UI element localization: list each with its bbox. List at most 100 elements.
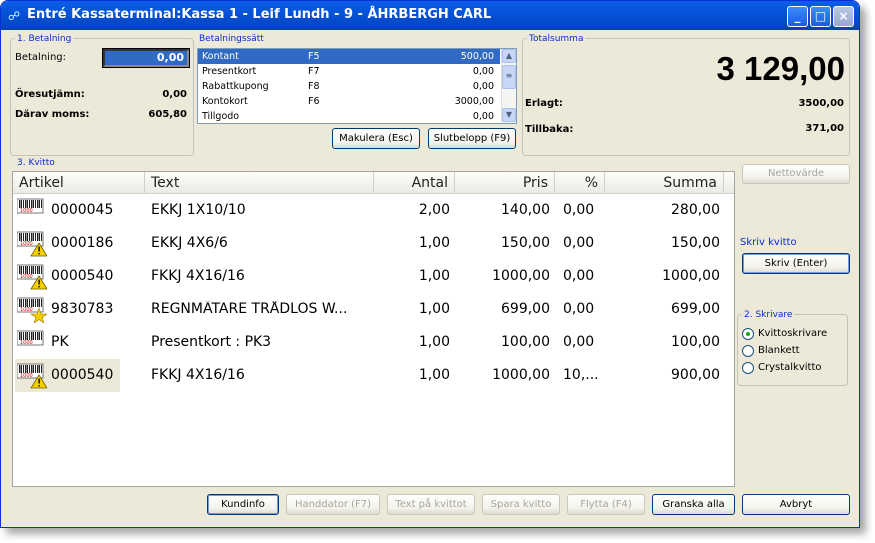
cell-summa: 900,00 [671,367,720,383]
cell-pct: 0,00 [563,202,595,218]
cell-antal: 1,00 [418,367,450,383]
cell-artikel: PK [51,334,69,350]
cell-artikel: 0000540 [51,367,114,383]
text-pa-kvittot-button[interactable]: Text på kvittot [387,494,475,515]
erlagt-value: 3500,00 [798,98,844,109]
payment-method-item[interactable]: Rabattkupong F8 0,00 [198,79,500,94]
table-row[interactable]: 1000 0000540 FKKJ 4X16/16 1,00 1000,00 0,00 10… [13,260,731,293]
table-row[interactable]: 1000 0000045 EKKJ 1X10/10 2,00 140,00 0,00 280… [13,194,731,227]
barcode-icon: 1000 [16,198,47,224]
payment-method-item[interactable]: Presentkort F7 0,00 [198,64,500,79]
app-icon: ☍ [8,9,21,23]
scroll-up-icon[interactable]: ▲ [502,49,516,63]
betalning-input[interactable]: 0,00 [102,48,190,68]
cell-artikel: 0000540 [51,268,114,284]
flytta-button[interactable]: Flytta (F4) [567,494,645,515]
cell-antal: 2,00 [418,202,450,218]
maximize-button[interactable]: □ [810,6,831,27]
totalsumma-group: Totalsumma 3 129,00 Erlagt: 3500,00 Till… [522,34,850,156]
svg-text:1000: 1000 [20,373,33,379]
table-row[interactable]: 1000 9830783 REGNMÄTARE TRÅDLÖS W... 1,00 69… [13,293,731,326]
payment-method-item[interactable]: Kontant F5 500,00 [198,49,500,64]
cell-text: Presentkort : PK3 [151,334,272,350]
cell-pris: 1000,00 [492,268,550,284]
payment-method-amount: 0,00 [472,66,494,77]
kundinfo-button[interactable]: Kundinfo [207,494,279,515]
cell-summa: 699,00 [671,301,720,317]
radio-button[interactable] [742,328,754,340]
tillbaka-value: 371,00 [805,123,844,134]
total-amount: 3 129,00 [716,50,845,87]
tillbaka-label: Tillbaka: [525,124,574,135]
main-window: ☍ Entré Kassaterminal:Kassa 1 - Leif Lun… [0,0,860,528]
granska-alla-button[interactable]: Granska alla [652,494,735,515]
betalningssatt-list[interactable]: Kontant F5 500,00 Presentkort F7 0,00 Rabattku… [197,48,517,124]
close-button[interactable]: × [833,6,854,27]
cell-artikel: 9830783 [51,301,114,317]
table-row[interactable]: 1000 0000540 FKKJ 4X16/16 1,00 1000,00 10,...… [13,359,731,392]
totalsumma-group-label: Totalsumma [527,34,586,44]
payment-method-item[interactable]: Kontokort F6 3000,00 [198,94,500,109]
cell-text: REGNMÄTARE TRÅDLÖS W... [151,301,348,317]
column-header-filler [724,172,734,194]
kvitto-group-label: 3. Kvitto [15,158,57,168]
makulera-button[interactable]: Makulera (Esc) [332,128,420,149]
cell-text: FKKJ 4X16/16 [151,367,245,383]
window-title: Entré Kassaterminal:Kassa 1 - Leif Lundh… [27,7,492,22]
betalning-group-label: 1. Betalning [15,34,74,44]
column-header[interactable]: Artikel [13,172,145,194]
svg-text:1000: 1000 [20,274,33,280]
svg-text:1000: 1000 [20,307,33,313]
column-header[interactable]: Summa [605,172,724,194]
column-header[interactable]: Text [145,172,374,194]
nettovarde-button[interactable]: Nettovärde [742,164,850,184]
cell-text: EKKJ 1X10/10 [151,202,246,218]
skriv-button[interactable]: Skriv (Enter) [742,253,850,274]
avbryt-button[interactable]: Avbryt [742,494,850,515]
scroll-down-icon[interactable]: ▼ [502,108,516,122]
cell-pct: 0,00 [563,301,595,317]
minimize-button[interactable]: _ [787,6,808,27]
cell-pct: 0,00 [563,268,595,284]
moms-label: Därav moms: [15,109,90,120]
scroll-thumb[interactable]: ≡ [502,65,516,89]
printer-option[interactable]: Kvittoskrivare [742,327,842,341]
printer-option[interactable]: Crystalkvitto [742,361,842,375]
payment-method-amount: 3000,00 [454,96,494,107]
column-header[interactable]: Pris [455,172,555,194]
payment-method-name: Kontant [202,51,239,62]
barcode-warning-icon: 1000 [16,363,48,389]
payment-method-key: F7 [308,66,320,77]
column-header[interactable]: Antal [374,172,455,194]
betalning-group: 1. Betalning Betalning: 0,00 Öresutjämn:… [10,34,194,156]
cell-text: EKKJ 4X6/6 [151,235,228,251]
handdator-button[interactable]: Handdator (F7) [286,494,380,515]
cell-pct: 0,00 [563,235,595,251]
kvitto-table[interactable]: Artikel Text Antal Pris% Summa 1000 0000045 EK… [12,171,735,487]
oresutjamn-value: 0,00 [162,89,187,100]
skrivare-group-label: 2. Skrivare [742,310,795,320]
printer-option[interactable]: Blankett [742,344,842,358]
barcode-warning-icon: 1000 [16,231,48,257]
svg-text:1000: 1000 [20,340,33,346]
cell-summa: 100,00 [671,334,720,350]
payment-method-key: F6 [308,96,320,107]
list-scrollbar[interactable]: ▲ ≡ ▼ [501,49,516,123]
cell-pris: 140,00 [501,202,550,218]
radio-button[interactable] [742,362,754,374]
cell-pris: 150,00 [501,235,550,251]
table-row[interactable]: 1000 0000186 EKKJ 4X6/6 1,00 150,00 0,00 150,0… [13,227,731,260]
betalningssatt-group-label: Betalningssätt [197,34,266,44]
slutbelopp-button[interactable]: Slutbelopp (F9) [428,128,516,149]
cell-summa: 150,00 [671,235,720,251]
column-header[interactable]: % [555,172,605,194]
payment-method-key: F8 [308,81,320,92]
radio-dot-icon [746,332,750,336]
table-row[interactable]: 1000 PK Presentkort : PK3 1,00 100,00 0,00 100… [13,326,731,359]
radio-button[interactable] [742,345,754,357]
kvitto-group: 3. Kvitto Artikel Text Antal Pris% Summa 100… [10,159,736,487]
title-bar[interactable]: ☍ Entré Kassaterminal:Kassa 1 - Leif Lun… [1,1,859,30]
cell-summa: 280,00 [671,202,720,218]
payment-method-item[interactable]: Tillgodo 0,00 [198,109,500,123]
spara-kvitto-button[interactable]: Spara kvitto [482,494,560,515]
